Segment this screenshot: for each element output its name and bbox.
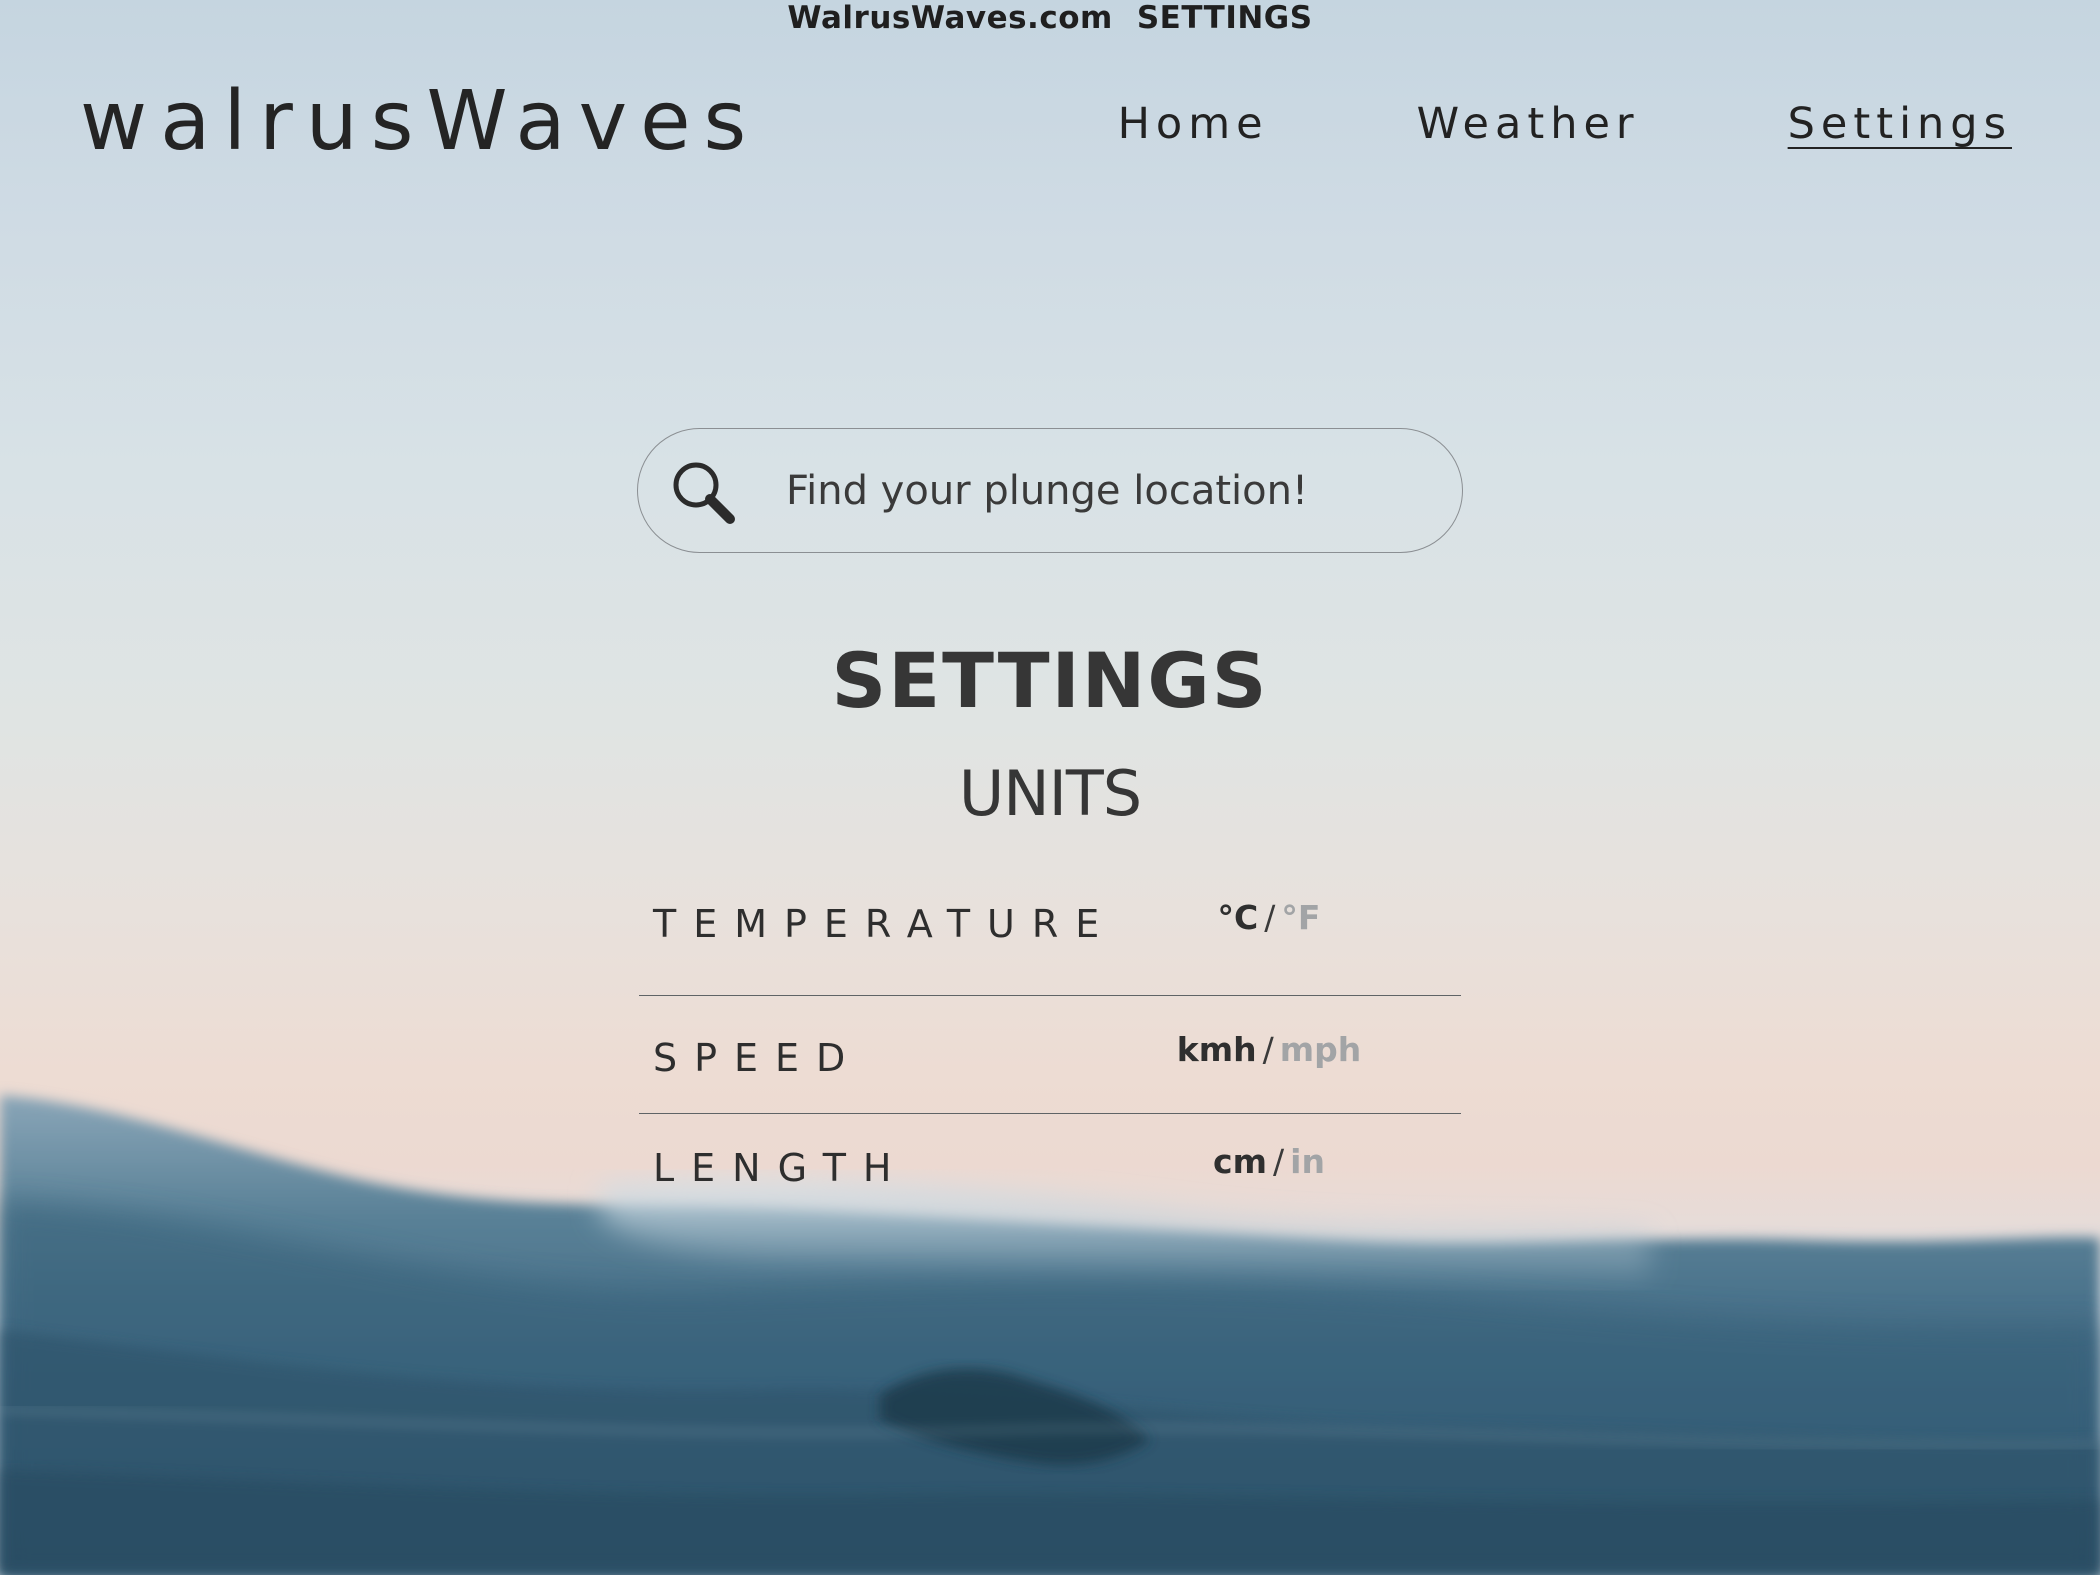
unit-option-celsius[interactable]: °C: [1218, 898, 1259, 937]
nav-settings[interactable]: Settings: [1788, 96, 2012, 152]
search-icon[interactable]: [668, 457, 738, 527]
page-name: SETTINGS: [1136, 0, 1313, 36]
unit-option-kmh[interactable]: kmh: [1177, 1030, 1257, 1069]
length-unit-toggle: cm / in: [1213, 1142, 1325, 1181]
page-title: SETTINGS: [831, 636, 1269, 725]
temperature-unit-toggle: °C / °F: [1218, 898, 1321, 937]
unit-label: LENGTH: [653, 1146, 909, 1190]
section-title-units: UNITS: [958, 757, 1142, 830]
unit-row-temperature: TEMPERATURE °C / °F: [639, 872, 1461, 996]
site-logo[interactable]: walrusWaves: [80, 72, 759, 172]
nav-weather[interactable]: Weather: [1417, 96, 1640, 152]
site-name: WalrusWaves.com: [787, 0, 1113, 36]
search-bar[interactable]: [637, 428, 1463, 553]
unit-separator: /: [1262, 1030, 1274, 1069]
browser-tab-caption: WalrusWaves.com SETTINGS: [0, 0, 2100, 36]
unit-option-cm[interactable]: cm: [1213, 1142, 1267, 1181]
nav-home[interactable]: Home: [1118, 96, 1269, 152]
search-input[interactable]: [786, 459, 1426, 523]
units-table: TEMPERATURE °C / °F SPEED kmh / mph LENGTH c…: [639, 872, 1461, 1214]
unit-separator: /: [1264, 898, 1276, 937]
unit-row-length: LENGTH cm / in: [639, 1114, 1461, 1214]
unit-option-mph[interactable]: mph: [1280, 1030, 1362, 1069]
unit-option-in[interactable]: in: [1290, 1142, 1325, 1181]
unit-label: TEMPERATURE: [653, 902, 1117, 946]
unit-option-fahrenheit[interactable]: °F: [1281, 898, 1320, 937]
speed-unit-toggle: kmh / mph: [1177, 1030, 1361, 1069]
unit-separator: /: [1273, 1142, 1285, 1181]
unit-label: SPEED: [653, 1036, 863, 1080]
unit-row-speed: SPEED kmh / mph: [639, 996, 1461, 1114]
main-nav: Home Weather Settings: [1118, 96, 2012, 152]
